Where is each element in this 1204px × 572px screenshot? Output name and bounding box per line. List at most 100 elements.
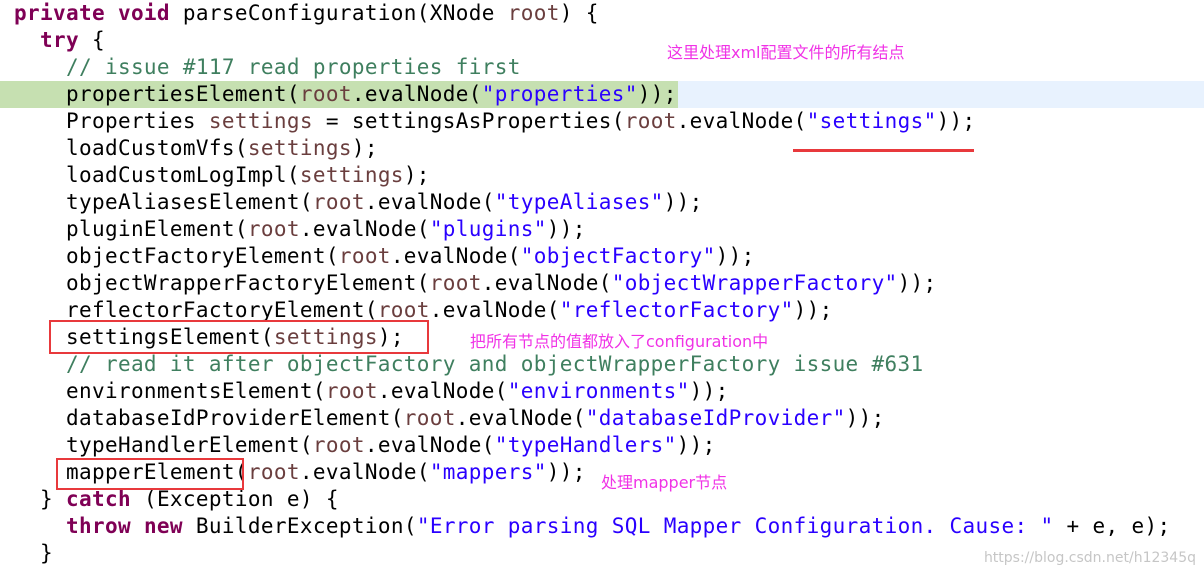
code-string: "plugins" [429, 217, 547, 241]
code-text: )); [637, 82, 677, 106]
code-line[interactable]: propertiesElement(root.evalNode("propert… [14, 81, 677, 108]
code-text: objectFactoryElement( [14, 244, 339, 268]
settings-underline [793, 149, 974, 152]
code-text: .evalNode( [676, 109, 807, 133]
code-text: .evalNode( [299, 460, 430, 484]
code-string: "settings" [806, 109, 937, 133]
code-text: ); [351, 136, 378, 160]
code-text: )); [793, 298, 833, 322]
code-text: objectWrapperFactoryElement( [14, 271, 430, 295]
code-variable: root [403, 406, 456, 430]
code-line[interactable]: pluginElement(root.evalNode("plugins")); [14, 216, 586, 243]
code-text: .evalNode( [377, 379, 508, 403]
annotation-note-3: 处理mapper节点 [601, 473, 728, 492]
code-variable: root [507, 1, 560, 25]
code-text: environmentsElement( [14, 379, 326, 403]
code-line[interactable]: throw new BuilderException("Error parsin… [14, 513, 1170, 540]
code-line[interactable]: loadCustomVfs(settings); [14, 135, 378, 162]
code-string: "properties" [481, 82, 638, 106]
code-variable: root [247, 460, 300, 484]
code-text: .evalNode( [299, 217, 430, 241]
code-line[interactable]: loadCustomLogImpl(settings); [14, 162, 430, 189]
code-text: )); [676, 433, 716, 457]
code-text: )); [663, 190, 703, 214]
code-text: )); [689, 379, 729, 403]
code-variable: root [312, 433, 365, 457]
code-text: { [78, 28, 105, 52]
code-text: Properties [14, 109, 209, 133]
code-text: propertiesElement( [14, 82, 300, 106]
code-text: )); [715, 244, 755, 268]
code-variable: root [429, 271, 482, 295]
code-variable: root [377, 298, 430, 322]
code-variable: root [338, 244, 391, 268]
code-text: .evalNode( [364, 190, 495, 214]
code-text: = settingsAsProperties( [312, 109, 625, 133]
code-text: )); [936, 109, 976, 133]
code-text: databaseIdProviderElement( [14, 406, 404, 430]
code-text: parseConfiguration(XNode [182, 1, 508, 25]
code-text: .evalNode( [390, 244, 521, 268]
mapper-element-box [56, 458, 244, 490]
code-text: )); [897, 271, 937, 295]
code-string: "objectFactory" [520, 244, 716, 268]
annotation-note-1: 这里处理xml配置文件的所有结点 [667, 43, 905, 62]
code-keyword: throw new [65, 514, 183, 538]
code-keyword: try [40, 28, 79, 52]
code-variable: root [624, 109, 677, 133]
code-text: )); [845, 406, 885, 430]
code-string: "typeAliases" [494, 190, 664, 214]
code-string: "typeHandlers" [494, 433, 677, 457]
code-line[interactable]: private void parseConfiguration(XNode ro… [14, 0, 599, 27]
settings-element-box [49, 320, 429, 354]
code-string: "reflectorFactory" [559, 298, 794, 322]
code-keyword: private void [14, 1, 183, 25]
code-variable: settings [247, 136, 352, 160]
code-variable: root [312, 190, 365, 214]
code-keyword: catch [65, 487, 131, 511]
code-text: (Exception e) { [130, 487, 339, 511]
code-text: } [14, 541, 53, 565]
watermark: https://blog.csdn.net/h12345q [983, 550, 1196, 566]
code-variable: root [299, 82, 352, 106]
code-line[interactable]: typeAliasesElement(root.evalNode("typeAl… [14, 189, 703, 216]
code-variable: root [247, 217, 300, 241]
code-variable: settings [299, 163, 404, 187]
code-text: .evalNode( [481, 271, 612, 295]
code-text: .evalNode( [351, 82, 482, 106]
code-line[interactable]: // issue #117 read properties first [14, 54, 521, 81]
code-text: .evalNode( [429, 298, 560, 322]
code-text: )); [546, 217, 586, 241]
code-variable: settings [208, 109, 313, 133]
code-text: typeAliasesElement( [14, 190, 313, 214]
code-text: } [14, 487, 66, 511]
code-text: typeHandlerElement( [14, 433, 313, 457]
code-text: ) { [559, 1, 599, 25]
code-line[interactable]: objectFactoryElement(root.evalNode("obje… [14, 243, 755, 270]
code-line[interactable]: try { [14, 27, 105, 54]
code-text: .evalNode( [455, 406, 586, 430]
code-text: loadCustomLogImpl( [14, 163, 300, 187]
code-line[interactable]: // read it after objectFactory and objec… [14, 351, 924, 378]
code-string: "objectWrapperFactory" [611, 271, 898, 295]
code-text: )); [546, 460, 586, 484]
code-text: reflectorFactoryElement( [14, 298, 378, 322]
code-line[interactable]: } [14, 540, 53, 567]
code-comment: // read it after objectFactory and objec… [14, 352, 924, 376]
code-line[interactable]: typeHandlerElement(root.evalNode("typeHa… [14, 432, 716, 459]
code-text: .evalNode( [364, 433, 495, 457]
code-line[interactable]: environmentsElement(root.evalNode("envir… [14, 378, 729, 405]
code-text: + e, e); [1053, 514, 1171, 538]
code-line[interactable]: databaseIdProviderElement(root.evalNode(… [14, 405, 885, 432]
code-text: BuilderException( [182, 514, 417, 538]
code-string: "Error parsing SQL Mapper Configuration.… [416, 514, 1054, 538]
code-comment: // issue #117 read properties first [14, 55, 521, 79]
code-text: ); [403, 163, 430, 187]
code-string: "databaseIdProvider" [585, 406, 846, 430]
code-line[interactable]: } catch (Exception e) { [14, 486, 339, 513]
annotation-note-2: 把所有节点的值都放入了configuration中 [470, 332, 769, 351]
code-line[interactable]: objectWrapperFactoryElement(root.evalNod… [14, 270, 937, 297]
code-line[interactable]: Properties settings = settingsAsProperti… [14, 108, 976, 135]
